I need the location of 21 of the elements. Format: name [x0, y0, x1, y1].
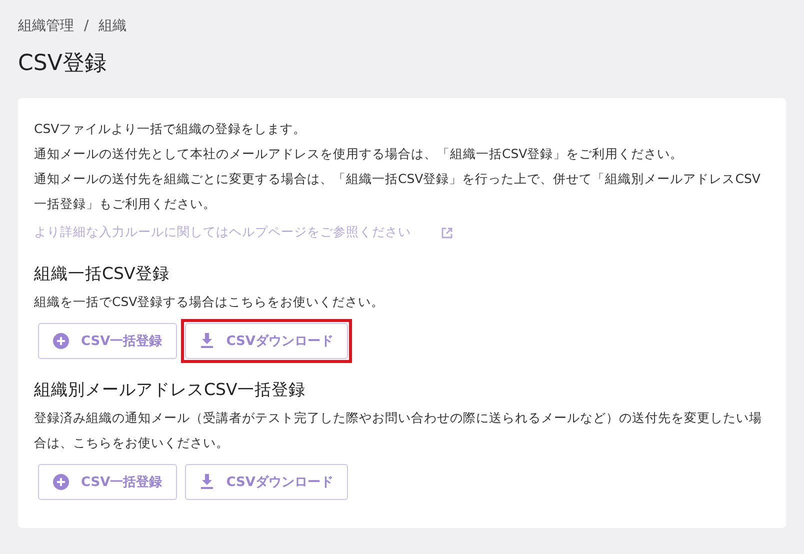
plus-circle-icon	[53, 474, 69, 490]
breadcrumb-separator: /	[84, 18, 89, 34]
csv-download-button[interactable]: CSVダウンロード	[185, 323, 348, 359]
section-description: 登録済み組織の通知メール（受講者がテスト完了した際やお問い合わせの際に送られるメールなど）の送付先を変更したい場合は、こちらをお使いください。	[34, 409, 763, 452]
section-description: 組織を一括でCSV登録する場合はこちらをお使いください。	[34, 293, 386, 311]
download-icon	[200, 333, 214, 349]
help-link[interactable]: より詳細な入力ルールに関してはヘルプページをご参照ください	[34, 224, 411, 241]
plus-circle-icon	[53, 333, 69, 349]
intro-text: 通知メールの送付先として本社のメールアドレスを使用する場合は、「組織一括CSV登録」をご利用ください。	[34, 145, 684, 163]
breadcrumb-item: 組織	[98, 17, 127, 35]
csv-upload-button[interactable]: CSV一括登録	[38, 464, 178, 500]
section-heading: 組織一括CSV登録	[34, 263, 170, 285]
page-title: CSV登録	[18, 50, 108, 78]
csv-download-button[interactable]: CSVダウンロード	[185, 464, 348, 500]
download-icon	[200, 474, 214, 490]
external-link-icon[interactable]	[441, 226, 453, 238]
section-heading: 組織別メールアドレスCSV一括登録	[34, 379, 306, 401]
intro-text: 通知メールの送付先を組織ごとに変更する場合は、「組織一括CSV登録」を行った上で、併せて「組織別メールアドレスCSV一括登録」もご利用ください。	[34, 170, 762, 213]
csv-upload-button[interactable]: CSV一括登録	[38, 323, 178, 359]
intro-text: CSVファイルより一括で組織の登録をします。	[34, 120, 308, 138]
breadcrumb-item[interactable]: 組織管理	[18, 17, 74, 35]
